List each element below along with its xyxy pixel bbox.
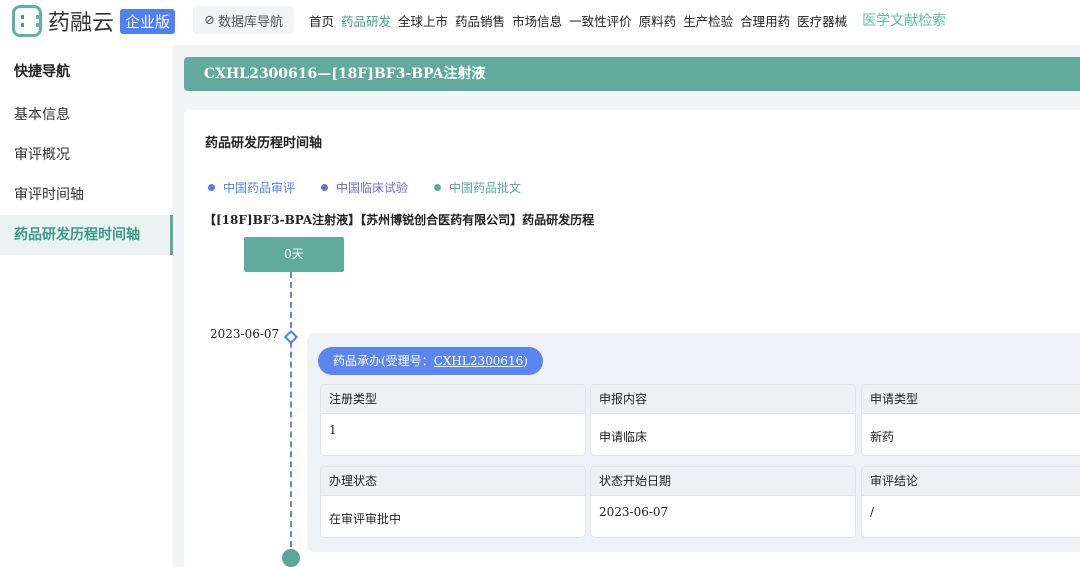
timeline-card: 药品研发历程时间轴 中国药品审评 中国临床试验 中国药品批文 【[18F]BF3… xyxy=(184,110,1080,567)
diamond-marker-icon xyxy=(283,329,299,345)
top-header: 药融云 企业版 ⊘ 数据库导航 首页 药品研发 全球上市 药品销售 市场信息 一致… xyxy=(0,0,1080,45)
nav-consistency[interactable]: 一致性评价 xyxy=(569,11,632,30)
nav-global-launch[interactable]: 全球上市 xyxy=(398,11,448,30)
event-pill: 药品承办(受理号：CXHL2300616) xyxy=(318,347,543,375)
field-cell: 审评结论 / xyxy=(861,466,1080,538)
field-cell: 申报内容 申请临床 xyxy=(590,384,856,456)
acceptance-number-link[interactable]: CXHL2300616 xyxy=(434,354,524,368)
field-cell: 办理状态 在审评审批中 xyxy=(320,466,586,538)
timeline-subtitle: 【[18F]BF3-BPA注射液】【苏州博锐创合医药有限公司】药品研发历程 xyxy=(204,213,595,227)
sidebar-item-basic-info[interactable]: 基本信息 xyxy=(0,95,173,135)
main-nav: 首页 药品研发 全球上市 药品销售 市场信息 一致性评价 原料药 生产检验 合理… xyxy=(309,11,946,30)
nav-home[interactable]: 首页 xyxy=(309,11,334,30)
event-date: 2023-06-07 xyxy=(210,327,280,341)
nav-literature-search[interactable]: 医学文献检索 xyxy=(862,10,946,30)
database-nav-button[interactable]: ⊘ 数据库导航 xyxy=(193,6,294,34)
nav-devices[interactable]: 医疗器械 xyxy=(797,11,847,30)
nav-api[interactable]: 原料药 xyxy=(639,11,677,30)
legend-item[interactable]: 中国临床试验 xyxy=(321,179,408,196)
dot-icon xyxy=(434,184,442,191)
nav-production[interactable]: 生产检验 xyxy=(683,11,733,30)
days-badge: 0天 xyxy=(244,237,344,272)
page-title: CXHL2300616—[18F]BF3-BPA注射液 xyxy=(184,57,1080,91)
sidebar-item-rd-timeline[interactable]: 药品研发历程时间轴 xyxy=(0,215,173,255)
dot-icon xyxy=(208,184,215,191)
compass-icon: ⊘ xyxy=(204,12,215,28)
event-panel: 药品承办(受理号：CXHL2300616) 注册类型 1 申报内容 申请临床 申请类… xyxy=(307,333,1080,552)
timeline-line xyxy=(290,272,292,557)
sidebar-item-review-overview[interactable]: 审评概况 xyxy=(0,135,173,175)
field-cell: 注册类型 1 xyxy=(320,384,586,456)
section-title: 药品研发历程时间轴 xyxy=(205,136,323,151)
logo[interactable]: 药融云 企业版 xyxy=(12,5,176,37)
nav-market-info[interactable]: 市场信息 xyxy=(512,11,562,30)
legend-item[interactable]: 中国药品批文 xyxy=(434,179,521,196)
sidebar-title: 快捷导航 xyxy=(14,64,70,80)
timeline-end-dot xyxy=(282,549,300,567)
legend: 中国药品审评 中国临床试验 中国药品批文 xyxy=(208,179,521,196)
legend-item[interactable]: 中国药品审评 xyxy=(208,179,295,196)
database-nav-label: 数据库导航 xyxy=(217,14,283,30)
logo-text: 药融云 xyxy=(48,11,115,36)
field-cell: 申请类型 新药 xyxy=(861,384,1080,456)
nav-drug-rd[interactable]: 药品研发 xyxy=(341,11,391,30)
logo-icon xyxy=(12,5,42,37)
dot-icon xyxy=(321,184,329,191)
nav-rational-use[interactable]: 合理用药 xyxy=(740,11,790,30)
edition-badge: 企业版 xyxy=(120,8,176,34)
nav-drug-sales[interactable]: 药品销售 xyxy=(455,11,505,30)
field-cell: 状态开始日期 2023-06-07 xyxy=(590,466,856,538)
sidebar-item-review-timeline[interactable]: 审评时间轴 xyxy=(0,175,173,215)
sidebar: 快捷导航 基本信息 审评概况 审评时间轴 药品研发历程时间轴 xyxy=(0,45,173,567)
